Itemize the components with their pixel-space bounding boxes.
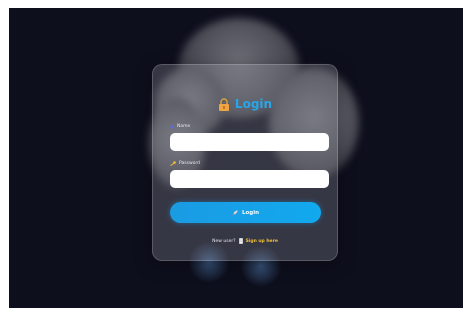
rocket-icon bbox=[232, 209, 238, 216]
key-icon bbox=[170, 161, 176, 166]
signup-prompt: New user? bbox=[212, 238, 236, 244]
name-label-text: Name bbox=[177, 124, 191, 129]
login-title-text: Login bbox=[234, 97, 273, 111]
password-label-text: Password bbox=[179, 161, 201, 166]
login-title: Login bbox=[153, 97, 337, 111]
login-screen: Login Name Password Login New user? Sign… bbox=[9, 8, 463, 308]
login-button[interactable]: Login bbox=[170, 202, 321, 223]
signup-link[interactable]: Sign up here bbox=[246, 239, 278, 244]
password-label: Password bbox=[170, 161, 200, 166]
document-icon bbox=[238, 238, 243, 244]
name-input[interactable] bbox=[170, 133, 329, 151]
login-button-label: Login bbox=[241, 209, 260, 216]
signup-row: New user? Sign up here bbox=[153, 238, 337, 244]
login-card: Login Name Password Login New user? Sign… bbox=[152, 64, 338, 261]
name-label: Name bbox=[170, 124, 190, 129]
lock-icon bbox=[218, 97, 229, 111]
password-input[interactable] bbox=[170, 170, 329, 188]
user-icon bbox=[170, 124, 174, 129]
